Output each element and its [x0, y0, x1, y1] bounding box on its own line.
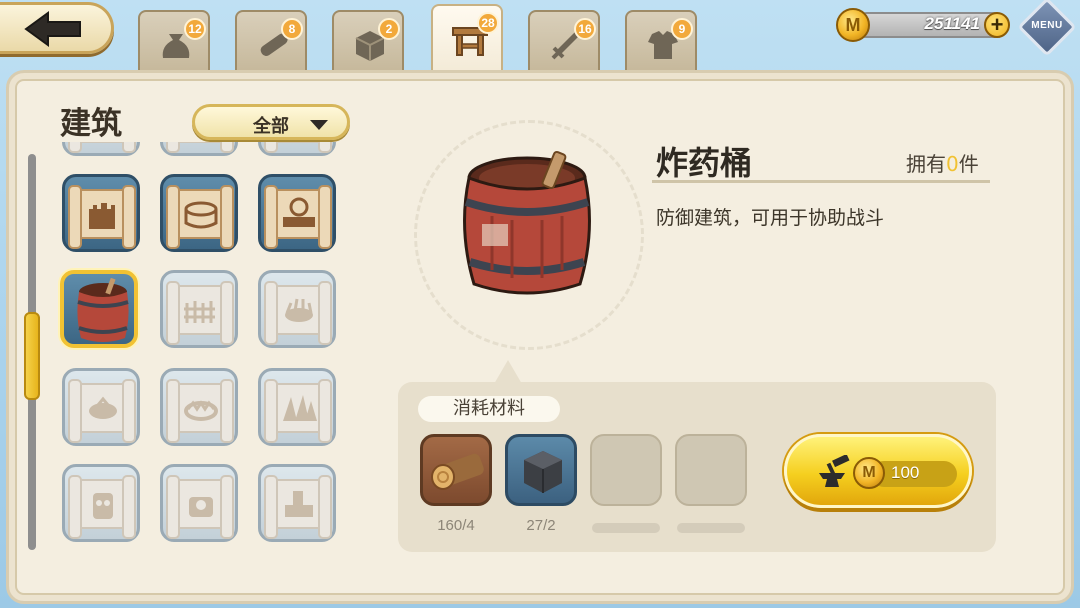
building-slot[interactable] [160, 174, 238, 252]
castle-blueprint-icon [89, 203, 115, 229]
filter-label: 全部 [253, 116, 289, 137]
material-slot-empty [590, 434, 662, 506]
spikes-blueprint-icon [283, 395, 317, 421]
scrollbar-thumb[interactable] [24, 312, 40, 400]
building-grid [56, 142, 348, 548]
filter-dropdown[interactable]: 全部 [192, 104, 350, 140]
material-slot-empty [675, 434, 747, 506]
owned-prefix: 拥有 [906, 152, 946, 176]
building-slot[interactable] [160, 368, 238, 446]
tab-buildings[interactable]: 28 [431, 4, 503, 74]
building-slot[interactable] [62, 464, 140, 542]
item-name: 炸药桶 [656, 144, 753, 182]
wood-log-icon [431, 453, 484, 490]
coin-icon: M [853, 457, 885, 489]
building-slot[interactable] [160, 464, 238, 542]
item-description: 防御建筑，可用于协助战斗 [656, 207, 885, 229]
totem-blueprint-icon [93, 493, 113, 519]
tab-bag[interactable]: 12 [138, 10, 210, 72]
tab-count-badge: 16 [574, 18, 596, 40]
bear-trap-blueprint-icon [184, 400, 218, 421]
chevron-down-icon [310, 120, 328, 130]
stone-block-icon [524, 451, 562, 493]
back-arrow-icon [24, 11, 81, 47]
spike-pit-blueprint-icon [89, 396, 117, 419]
currency-amount: 251141 [924, 14, 980, 33]
building-slot-selected[interactable] [60, 270, 138, 348]
menu-label[interactable]: MENU [1022, 20, 1072, 31]
building-slot[interactable] [258, 464, 336, 542]
cannon-blueprint-icon [285, 491, 313, 517]
building-slot[interactable] [160, 270, 238, 348]
currency-display: M 251141 + [836, 8, 1010, 42]
arena-blueprint-icon [184, 201, 218, 229]
tab-count-badge: 2 [378, 18, 400, 40]
material-slot-stone[interactable] [505, 434, 577, 506]
barrel-icon [463, 150, 591, 295]
trap-blueprint-icon [285, 298, 313, 322]
tab-count-badge: 8 [281, 18, 303, 40]
craft-cost: 100 [891, 463, 920, 482]
back-button[interactable] [0, 2, 114, 54]
material-bar-empty [592, 523, 660, 533]
building-slot[interactable] [258, 142, 336, 156]
sawmill-blueprint-icon [283, 197, 315, 227]
building-slot[interactable] [258, 174, 336, 252]
tab-armor[interactable]: 9 [625, 10, 697, 72]
building-slot[interactable] [62, 142, 140, 156]
tab-count-badge: 28 [477, 12, 499, 34]
building-slot[interactable] [62, 368, 140, 446]
tab-count-badge: 9 [671, 18, 693, 40]
craft-button[interactable]: M 100 [784, 434, 972, 508]
add-currency-button[interactable]: + [984, 12, 1010, 38]
building-slot[interactable] [258, 368, 336, 446]
materials-label: 消耗材料 [418, 396, 560, 422]
barrel-icon [77, 278, 129, 342]
material-count: 27/2 [526, 517, 556, 534]
coin-icon: M [836, 8, 870, 42]
anvil-hammer-icon [819, 455, 850, 487]
owned-count: 拥有0件 [906, 148, 979, 177]
building-slot[interactable] [258, 270, 336, 348]
owned-number: 0 [946, 152, 959, 176]
tab-count-badge: 12 [184, 18, 206, 40]
owned-suffix: 件 [958, 152, 979, 176]
material-count: 160/4 [437, 517, 475, 534]
turret-blueprint-icon [189, 497, 213, 517]
building-slot[interactable] [62, 174, 140, 252]
building-slot[interactable] [160, 142, 238, 156]
tab-blocks[interactable]: 2 [332, 10, 404, 72]
fence-blueprint-icon [184, 301, 215, 323]
tab-materials[interactable]: 8 [235, 10, 307, 72]
tab-weapons[interactable]: 16 [528, 10, 600, 72]
divider [652, 180, 990, 183]
material-bar-empty [677, 523, 745, 533]
section-title: 建筑 [60, 106, 122, 142]
material-slot-wood[interactable] [420, 434, 492, 506]
